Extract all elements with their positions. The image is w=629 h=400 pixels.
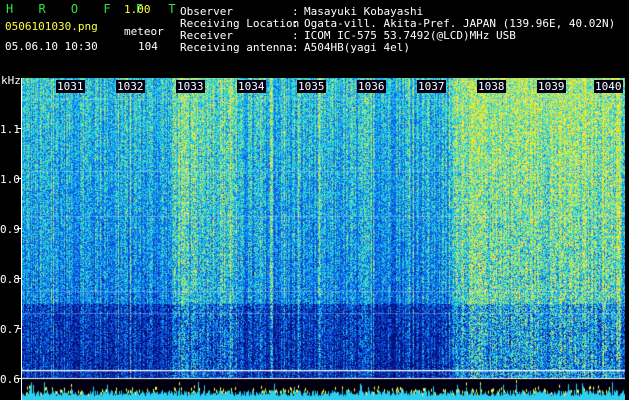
y-tick-mark (17, 278, 22, 279)
y-tick-label: 0.7 (0, 323, 20, 336)
time-tick-label: 1035 (297, 80, 326, 93)
file-name: 0506101030.png (5, 20, 98, 33)
y-tick-mark (17, 378, 22, 379)
y-tick-mark (17, 178, 22, 179)
y-tick-label: 0.9 (0, 223, 20, 236)
frequency-unit-label: kHz (1, 74, 21, 87)
time-tick-label: 1034 (237, 80, 266, 93)
time-tick-label: 1031 (56, 80, 85, 93)
y-tick-mark (17, 328, 22, 329)
capture-datetime: 05.06.10 10:30 (5, 40, 98, 53)
y-tick-label: 1.0 (0, 173, 20, 186)
hrofft-window: H R O F F T 1.00 0506101030.png 05.06.10… (0, 0, 629, 400)
spectrogram-image (22, 78, 625, 400)
y-tick-mark (17, 228, 22, 229)
meteor-count: 104 (138, 40, 158, 53)
y-tick-label: 0.6 (0, 373, 20, 386)
time-tick-label: 1038 (477, 80, 506, 93)
time-tick-label: 1036 (357, 80, 386, 93)
antenna-key: Receiving antenna (180, 41, 293, 54)
mode-label: meteor (124, 25, 164, 38)
frequency-axis-line (21, 78, 22, 400)
time-tick-label: 1040 (594, 80, 623, 93)
app-title: H R O F F T (6, 2, 185, 16)
spectrogram-panel (22, 78, 625, 400)
y-tick-label: 1.1 (0, 123, 20, 136)
y-tick-label: 0.8 (0, 273, 20, 286)
time-tick-label: 1032 (116, 80, 145, 93)
time-tick-label: 1033 (176, 80, 205, 93)
info-separator: : (292, 41, 299, 54)
app-version: 1.00 (124, 3, 151, 16)
time-tick-label: 1039 (537, 80, 566, 93)
y-tick-mark (17, 128, 22, 129)
antenna-value: A504HB(yagi 4el) (304, 41, 410, 54)
time-tick-label: 1037 (417, 80, 446, 93)
